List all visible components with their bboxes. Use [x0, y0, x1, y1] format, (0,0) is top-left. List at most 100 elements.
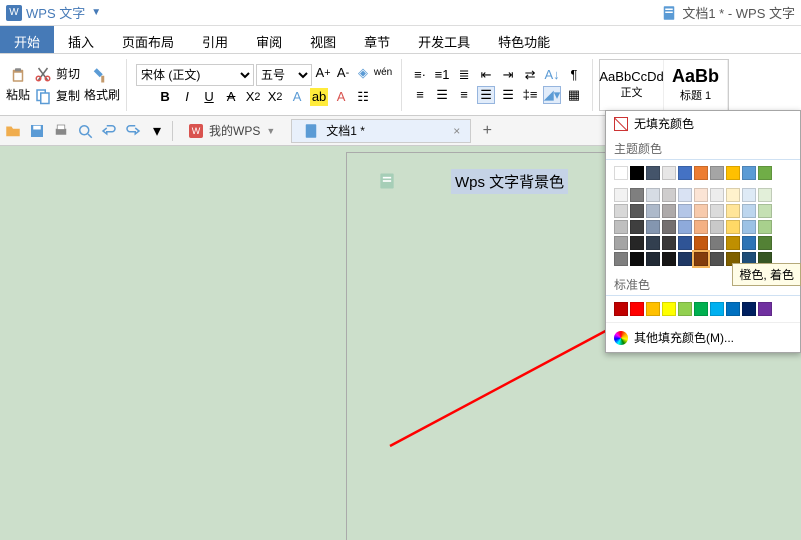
color-swatch[interactable]: [694, 166, 708, 180]
color-swatch[interactable]: [614, 236, 628, 250]
color-swatch[interactable]: [662, 188, 676, 202]
color-swatch[interactable]: [710, 252, 724, 266]
style-normal[interactable]: AaBbCcDd 正文: [600, 60, 664, 110]
color-swatch[interactable]: [742, 236, 756, 250]
cut-button[interactable]: 剪切: [34, 65, 80, 83]
color-swatch[interactable]: [646, 166, 660, 180]
color-swatch[interactable]: [758, 220, 772, 234]
color-swatch[interactable]: [694, 188, 708, 202]
color-swatch[interactable]: [710, 188, 724, 202]
color-swatch[interactable]: [726, 188, 740, 202]
color-swatch[interactable]: [630, 302, 644, 316]
color-swatch[interactable]: [710, 236, 724, 250]
color-swatch[interactable]: [742, 166, 756, 180]
color-swatch[interactable]: [646, 252, 660, 266]
numbering-button[interactable]: ≡1: [433, 66, 451, 84]
color-swatch[interactable]: [678, 236, 692, 250]
color-swatch[interactable]: [742, 204, 756, 218]
align-right-button[interactable]: ≡: [455, 86, 473, 104]
color-swatch[interactable]: [630, 220, 644, 234]
color-swatch[interactable]: [678, 220, 692, 234]
tab-stops-button[interactable]: ⇄: [521, 66, 539, 84]
color-swatch[interactable]: [742, 220, 756, 234]
color-swatch[interactable]: [710, 220, 724, 234]
color-swatch[interactable]: [662, 252, 676, 266]
color-swatch[interactable]: [662, 236, 676, 250]
color-swatch[interactable]: [630, 166, 644, 180]
color-swatch[interactable]: [614, 204, 628, 218]
show-marks-button[interactable]: ¶: [565, 66, 583, 84]
color-swatch[interactable]: [758, 188, 772, 202]
print-button[interactable]: [52, 122, 70, 140]
color-swatch[interactable]: [726, 302, 740, 316]
color-swatch[interactable]: [630, 236, 644, 250]
color-swatch[interactable]: [662, 220, 676, 234]
color-swatch[interactable]: [662, 166, 676, 180]
border-button[interactable]: ▦: [565, 86, 583, 104]
superscript-button[interactable]: X2: [244, 88, 262, 106]
indent-dec-button[interactable]: ⇤: [477, 66, 495, 84]
color-swatch[interactable]: [614, 302, 628, 316]
styles-gallery[interactable]: AaBbCcDd 正文 AaBb 标题 1: [599, 59, 729, 111]
open-button[interactable]: [4, 122, 22, 140]
color-swatch[interactable]: [614, 166, 628, 180]
align-distribute-button[interactable]: ☰: [499, 86, 517, 104]
color-swatch[interactable]: [694, 204, 708, 218]
color-swatch[interactable]: [630, 204, 644, 218]
subscript-button[interactable]: X2: [266, 88, 284, 106]
font-increase-button[interactable]: A+: [314, 64, 332, 82]
color-swatch[interactable]: [694, 236, 708, 250]
no-fill-option[interactable]: 无填充颜色: [606, 111, 800, 136]
color-swatch[interactable]: [646, 236, 660, 250]
color-swatch[interactable]: [646, 220, 660, 234]
color-swatch[interactable]: [758, 302, 772, 316]
tab-start[interactable]: 开始: [0, 26, 54, 53]
save-button[interactable]: [28, 122, 46, 140]
shading-button[interactable]: ◢▾: [543, 86, 561, 104]
color-swatch[interactable]: [678, 252, 692, 266]
color-swatch[interactable]: [678, 302, 692, 316]
color-swatch[interactable]: [630, 252, 644, 266]
color-swatch[interactable]: [614, 252, 628, 266]
color-swatch[interactable]: [694, 220, 708, 234]
align-left-button[interactable]: ≡: [411, 86, 429, 104]
tab-view[interactable]: 视图: [296, 26, 350, 53]
color-swatch[interactable]: [614, 220, 628, 234]
color-swatch[interactable]: [726, 166, 740, 180]
color-swatch[interactable]: [742, 302, 756, 316]
italic-button[interactable]: I: [178, 88, 196, 106]
char-shading-button[interactable]: ☷: [354, 88, 372, 106]
multilevel-button[interactable]: ≣: [455, 66, 473, 84]
undo-button[interactable]: [100, 122, 118, 140]
line-spacing-button[interactable]: ‡≡: [521, 86, 539, 104]
color-swatch[interactable]: [726, 204, 740, 218]
underline-button[interactable]: U: [200, 88, 218, 106]
font-decrease-button[interactable]: A-: [334, 64, 352, 82]
color-swatch[interactable]: [646, 204, 660, 218]
color-swatch[interactable]: [614, 188, 628, 202]
tab-dev[interactable]: 开发工具: [404, 26, 484, 53]
color-swatch[interactable]: [646, 302, 660, 316]
preview-button[interactable]: [76, 122, 94, 140]
tab-special[interactable]: 特色功能: [484, 26, 564, 53]
color-swatch[interactable]: [662, 302, 676, 316]
color-swatch[interactable]: [678, 204, 692, 218]
color-swatch[interactable]: [710, 204, 724, 218]
color-swatch[interactable]: [710, 302, 724, 316]
bullets-button[interactable]: ≡·: [411, 66, 429, 84]
color-swatch[interactable]: [694, 302, 708, 316]
tab-review[interactable]: 审阅: [242, 26, 296, 53]
color-swatch[interactable]: [742, 188, 756, 202]
style-heading1[interactable]: AaBb 标题 1: [664, 60, 728, 110]
font-color-button[interactable]: A: [288, 88, 306, 106]
color-swatch[interactable]: [646, 188, 660, 202]
color-swatch[interactable]: [710, 166, 724, 180]
add-tab-button[interactable]: +: [477, 122, 497, 140]
color-swatch[interactable]: [694, 252, 708, 266]
font-family-select[interactable]: 宋体 (正文): [136, 64, 254, 86]
font-size-select[interactable]: 五号: [256, 64, 312, 86]
tab-ref[interactable]: 引用: [188, 26, 242, 53]
color-swatch[interactable]: [758, 204, 772, 218]
more-qat-icon[interactable]: ▾: [148, 122, 166, 140]
selected-text[interactable]: Wps 文字背景色: [451, 169, 568, 194]
